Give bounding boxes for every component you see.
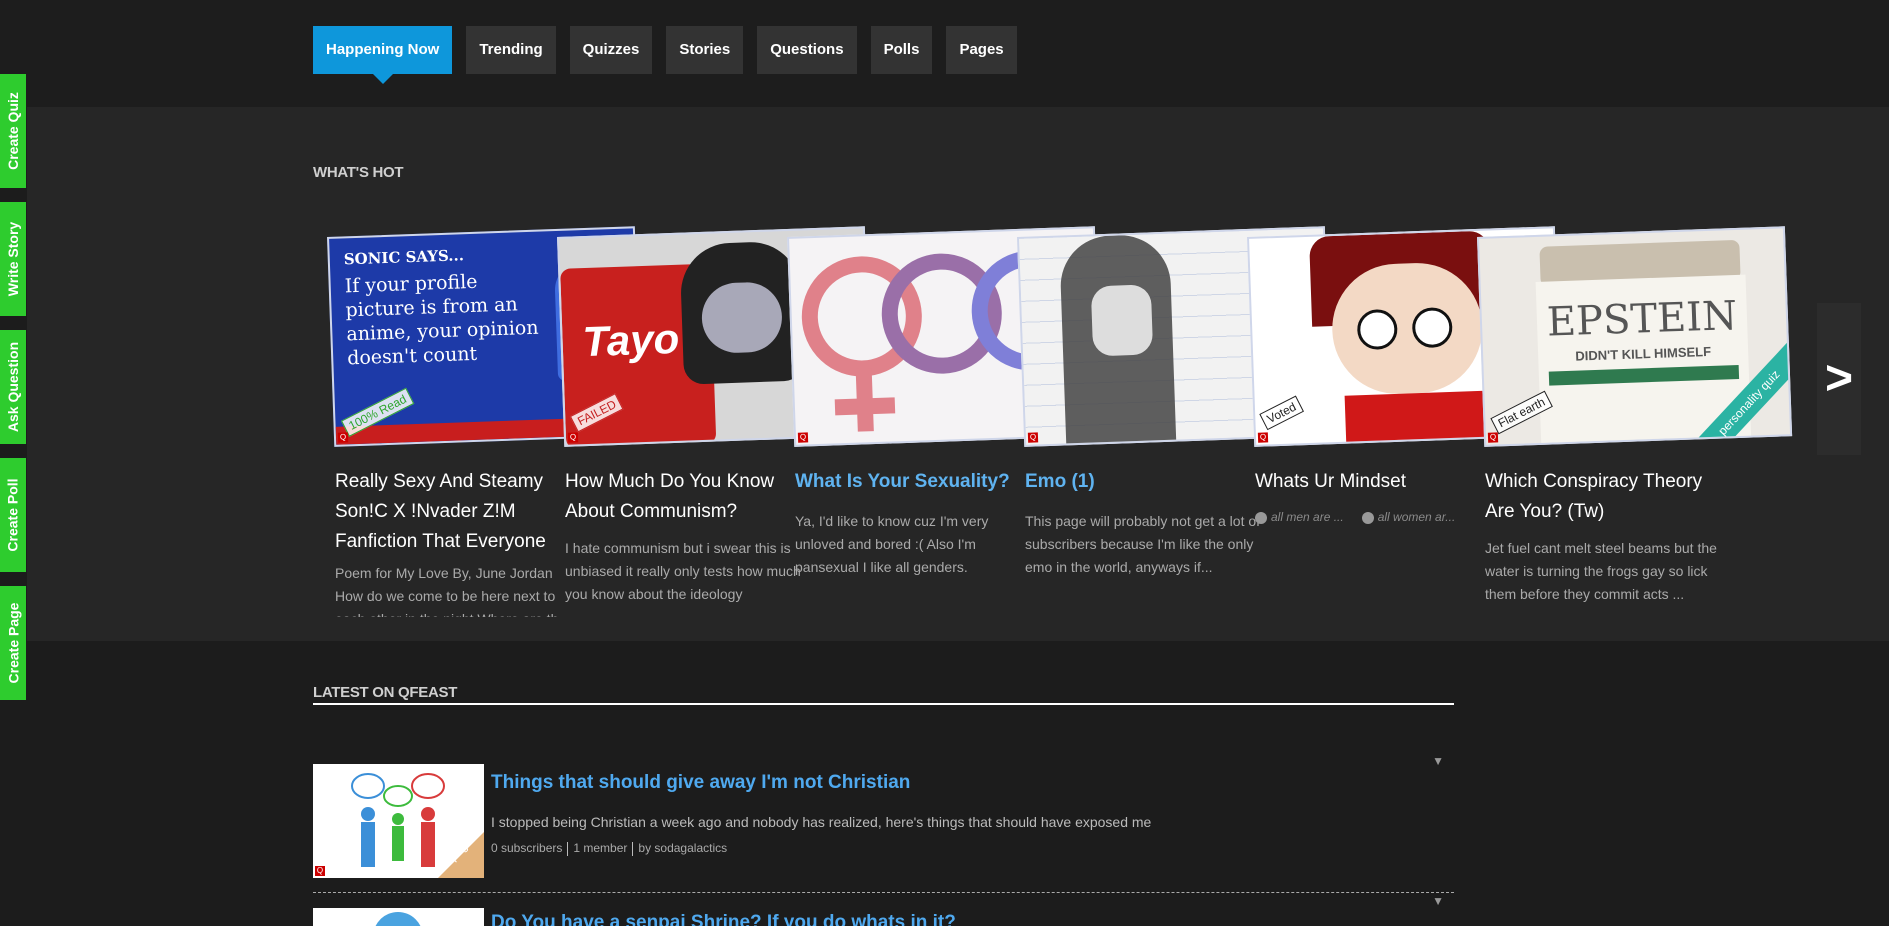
- tab-pages[interactable]: Pages: [946, 26, 1017, 74]
- thumb-caption: If your profile picture is from an anime…: [344, 270, 539, 370]
- latest-title: LATEST ON QFEAST: [313, 684, 458, 701]
- site-logo-icon: Q: [337, 432, 349, 443]
- post-author[interactable]: by sodagalactics: [638, 841, 727, 855]
- ask-question-button[interactable]: Ask Question: [0, 330, 26, 444]
- hot-card[interactable]: Q Emo (1) This page will probably not ge…: [1017, 226, 1333, 575]
- chevron-down-icon[interactable]: ▼: [1432, 754, 1444, 768]
- card-description: Poem for My Love By, June Jordan How do …: [335, 565, 570, 617]
- hot-card[interactable]: Q What Is Your Sexuality? Ya, I'd like t…: [787, 226, 1103, 575]
- subscriber-count: 0 subscribers: [491, 841, 563, 855]
- hot-card[interactable]: Voted Q Whats Ur Mindset all men are ...…: [1247, 226, 1563, 524]
- tab-stories[interactable]: Stories: [666, 26, 744, 74]
- tab-trending[interactable]: Trending: [466, 26, 556, 74]
- thumbnail-circle: [373, 912, 423, 926]
- card-thumbnail[interactable]: EPSTEIN DIDN'T KILL HIMSELF Flat earth p…: [1477, 226, 1793, 447]
- category-tabs: Happening Now Trending Quizzes Stories Q…: [313, 26, 1017, 84]
- site-logo-icon: Q: [1257, 432, 1269, 443]
- member-count: 1 member: [573, 841, 628, 855]
- poll-option[interactable]: all men are ...: [1255, 510, 1344, 524]
- jar-title: EPSTEIN: [1546, 292, 1738, 346]
- write-story-button[interactable]: Write Story: [0, 202, 26, 316]
- post-divider: [313, 892, 1454, 893]
- tab-quizzes[interactable]: Quizzes: [569, 26, 653, 74]
- chevron-down-icon[interactable]: ▼: [1432, 894, 1444, 908]
- poll-option[interactable]: all women ar...: [1361, 510, 1455, 524]
- site-logo-icon: Q: [1027, 432, 1039, 443]
- site-logo-icon: Q: [567, 432, 579, 443]
- hot-card[interactable]: EPSTEIN DIDN'T KILL HIMSELF Flat earth p…: [1477, 226, 1793, 602]
- card-description: This page will probably not get a lot of…: [1025, 513, 1261, 575]
- create-page-button[interactable]: Create Page: [0, 586, 26, 700]
- site-logo-icon: Q: [315, 866, 325, 876]
- card-title[interactable]: Emo (1): [1025, 467, 1255, 497]
- card-title[interactable]: Whats Ur Mindset: [1255, 467, 1485, 497]
- site-logo-icon: Q: [797, 432, 809, 443]
- whats-hot-title: WHAT'S HOT: [313, 164, 404, 181]
- hot-card[interactable]: Tayo FAILED Q How Much Do You Know About…: [557, 226, 873, 602]
- cartoon-face-icon: [1330, 260, 1485, 397]
- hot-card[interactable]: SONIC SAYS... If your profile picture is…: [327, 226, 643, 617]
- list-item[interactable]: ▼ page Q Things that should give away I'…: [313, 754, 1454, 884]
- thumb-heading: SONIC SAYS...: [343, 246, 465, 269]
- whats-hot-section: WHAT'S HOT SONIC SAYS... If your profile…: [27, 107, 1889, 641]
- post-description: I stopped being Christian a week ago and…: [491, 814, 1152, 830]
- post-thumbnail[interactable]: page Q: [313, 764, 484, 878]
- card-description: I hate communism but i swear this is unb…: [565, 540, 801, 602]
- tab-happening-now[interactable]: Happening Now: [313, 26, 453, 84]
- poll-options: all men are ... all women ar...: [1255, 510, 1455, 524]
- card-description: Jet fuel cant melt steel beams but the w…: [1485, 540, 1717, 602]
- create-quiz-button[interactable]: Create Quiz: [0, 74, 26, 188]
- post-thumbnail[interactable]: [313, 908, 484, 926]
- site-logo-icon: Q: [1487, 432, 1499, 443]
- character-face-icon: [700, 281, 784, 354]
- tab-polls[interactable]: Polls: [870, 26, 933, 74]
- post-title[interactable]: Do You have a senpai Shrine? If you do w…: [491, 912, 956, 926]
- voted-badge: Voted: [1259, 395, 1304, 431]
- top-navigation: Happening Now Trending Quizzes Stories Q…: [0, 0, 1889, 107]
- card-title[interactable]: Really Sexy And Steamy Son!C X !Nvader Z…: [335, 467, 565, 557]
- shirt-icon: [1344, 390, 1487, 446]
- jar-subtitle: DIDN'T KILL HIMSELF: [1575, 343, 1712, 364]
- list-item[interactable]: ▼ Do You have a senpai Shrine? If you do…: [313, 894, 1454, 926]
- latest-underline: [313, 703, 1454, 705]
- card-description: Ya, I'd like to know cuz I'm very unlove…: [795, 513, 989, 575]
- post-meta: 0 subscribers 1 member by sodagalactics: [491, 841, 727, 856]
- tab-questions[interactable]: Questions: [757, 26, 857, 74]
- carousel-next-button[interactable]: >: [1817, 303, 1861, 455]
- card-title[interactable]: What Is Your Sexuality?: [795, 467, 1025, 497]
- emo-face-icon: [1090, 284, 1154, 357]
- post-title[interactable]: Things that should give away I'm not Chr…: [491, 772, 910, 794]
- card-title[interactable]: How Much Do You Know About Communism?: [565, 467, 795, 527]
- card-title[interactable]: Which Conspiracy Theory Are You? (Tw): [1485, 467, 1715, 527]
- can-logo: Tayo: [581, 314, 680, 366]
- jar-stripe: [1548, 364, 1740, 386]
- create-poll-button[interactable]: Create Poll: [0, 458, 26, 572]
- radio-icon: [1361, 511, 1374, 524]
- radio-icon: [1255, 511, 1267, 524]
